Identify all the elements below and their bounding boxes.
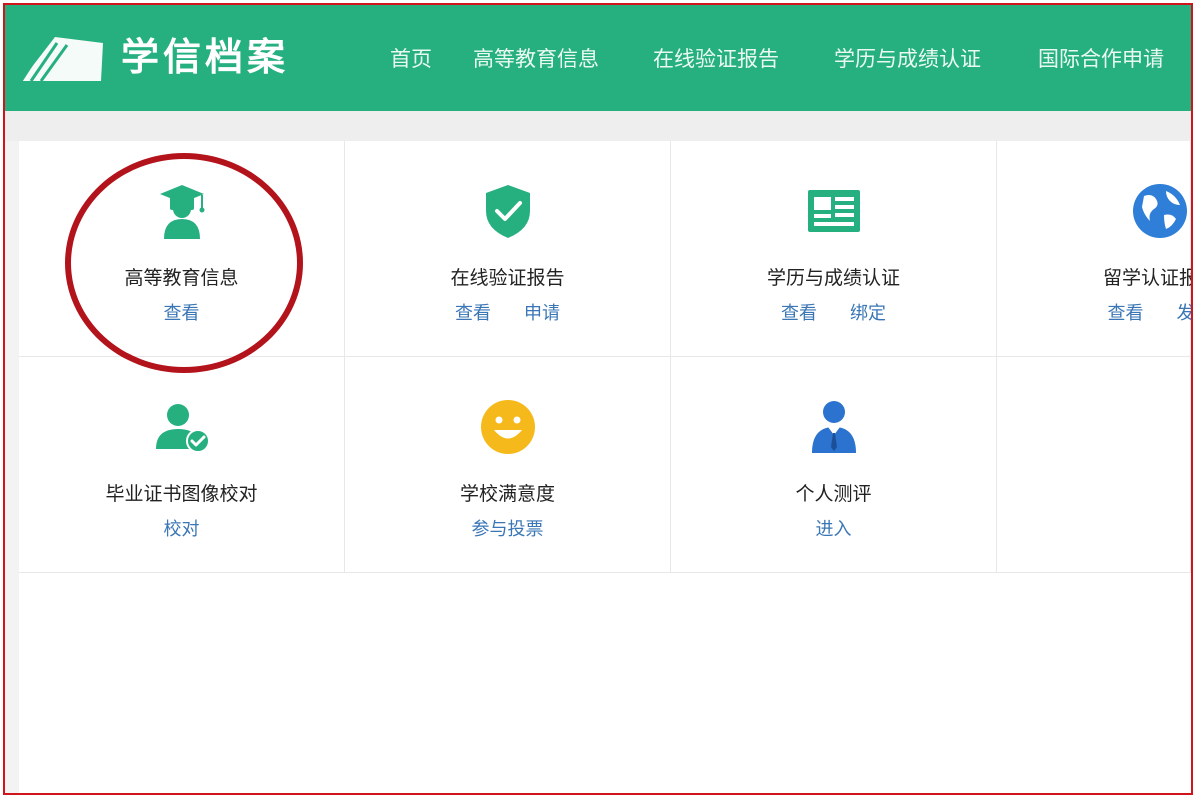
graduate-cap-icon [159, 185, 204, 239]
xuexin-logo-icon [19, 37, 103, 82]
service-title: 在线验证报告 [450, 267, 565, 289]
content-top-band [5, 111, 1191, 141]
content-empty-area [19, 579, 1191, 793]
service-links: 参与投票 [345, 515, 670, 541]
service-card-degree-certification[interactable]: 学历与成绩认证 查看 绑定 [671, 141, 997, 357]
apply-link[interactable]: 申请 [524, 299, 560, 325]
service-title: 留学认证报告 [1102, 267, 1191, 289]
service-title: 个人测评 [795, 483, 872, 505]
service-title: 毕业证书图像校对 [105, 483, 258, 505]
service-title: 学历与成绩认证 [766, 267, 900, 289]
person-suit-icon [811, 401, 856, 453]
enter-link[interactable]: 进入 [816, 515, 852, 541]
send-link[interactable]: 发送 [1177, 299, 1191, 325]
service-card-online-verification[interactable]: 在线验证报告 查看 申请 [345, 141, 671, 357]
service-card-higher-education[interactable]: 高等教育信息 查看 [19, 141, 345, 357]
view-link[interactable]: 查看 [455, 299, 491, 325]
brand-name[interactable]: 学信档案 [121, 33, 289, 81]
nav-online-verification-report[interactable]: 在线验证报告 [653, 39, 779, 79]
service-links: 进入 [671, 515, 996, 541]
service-card-study-abroad-report[interactable]: 留学认证报告 查看 发送 [997, 141, 1191, 357]
smiley-icon [480, 400, 535, 454]
service-links: 查看 [19, 299, 344, 325]
proofread-link[interactable]: 校对 [164, 515, 200, 541]
service-card-diploma-image-proofread[interactable]: 毕业证书图像校对 校对 [19, 357, 345, 573]
service-links: 查看 发送 [997, 299, 1191, 325]
bind-link[interactable]: 绑定 [850, 299, 886, 325]
nav-higher-education-info[interactable]: 高等教育信息 [473, 39, 599, 79]
view-link[interactable]: 查看 [781, 299, 817, 325]
globe-icon [1133, 184, 1187, 238]
service-card-personal-assessment[interactable]: 个人测评 进入 [671, 357, 997, 573]
nav-degree-transcript-certification[interactable]: 学历与成绩认证 [834, 39, 981, 79]
service-title: 高等教育信息 [124, 267, 239, 289]
user-check-icon [155, 404, 210, 453]
service-links: 查看 绑定 [671, 299, 996, 325]
screenshot-frame: 学信档案 首页 高等教育信息 在线验证报告 学历与成绩认证 国际合作申请 高等教… [3, 3, 1193, 795]
shield-check-icon [485, 185, 530, 238]
view-link[interactable]: 查看 [164, 299, 200, 325]
service-links: 查看 申请 [345, 299, 670, 325]
vote-link[interactable]: 参与投票 [472, 515, 544, 541]
nav-home[interactable]: 首页 [390, 39, 432, 79]
empty-card [997, 357, 1191, 573]
service-title: 学校满意度 [459, 483, 555, 505]
view-link[interactable]: 查看 [1107, 299, 1143, 325]
service-card-school-satisfaction[interactable]: 学校满意度 参与投票 [345, 357, 671, 573]
certificate-icon [807, 190, 860, 232]
nav-international-cooperation[interactable]: 国际合作申请 [1038, 39, 1164, 79]
service-links: 校对 [19, 515, 344, 541]
top-header: 学信档案 首页 高等教育信息 在线验证报告 学历与成绩认证 国际合作申请 [5, 5, 1191, 111]
service-grid: 高等教育信息 查看 在线验证报告 查看 申请 学历与成绩认证 查看 绑定 留学认… [19, 141, 1191, 579]
